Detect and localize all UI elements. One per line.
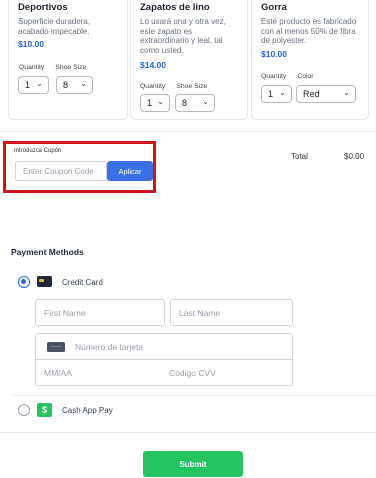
chevron-down-icon: ⌄ (343, 88, 350, 97)
product-description: Este producto es fabricado con al menos … (261, 17, 357, 45)
submit-button[interactable]: Submit (143, 451, 243, 477)
card-number-placeholder: Número de tarjeta (75, 341, 144, 352)
cash-app-radio[interactable] (18, 404, 30, 416)
quantity-label: Quantity (140, 83, 166, 90)
payment-methods-title: Payment Methods (11, 247, 84, 257)
product-price: $10.00 (261, 48, 287, 59)
expiry-field[interactable]: MM/AA (35, 359, 164, 386)
color-label: Color (297, 73, 314, 80)
card-number-field[interactable]: Número de tarjeta (35, 333, 293, 360)
card-number-icon (47, 341, 65, 352)
quantity-select[interactable]: 1 ⌄ (140, 94, 170, 112)
credit-card-label: Credit Card (62, 278, 103, 287)
chevron-down-icon: ⌄ (36, 79, 43, 88)
product-description: Superficie duradera, acabado impecable. (18, 17, 91, 36)
shoe-size-label: Shoe Size (55, 64, 87, 71)
shoe-size-select[interactable]: 8 ⌄ (56, 76, 93, 94)
product-price: $14.00 (140, 60, 166, 70)
quantity-select[interactable]: 1 ⌄ (261, 85, 292, 103)
cash-app-icon: $ (37, 403, 52, 417)
chevron-down-icon: ⌄ (157, 97, 164, 106)
credit-card-icon (37, 276, 52, 287)
product-title: Zapatos de lino (140, 2, 210, 13)
shoe-size-label: Shoe Size (176, 83, 208, 90)
cvv-field[interactable]: Código CVV (163, 359, 293, 386)
option-labels: Quantity Shoe Size (140, 83, 207, 90)
last-name-field[interactable]: Last Name (170, 299, 293, 326)
coupon-input[interactable]: Enter Coupon Code (15, 161, 107, 181)
total-value: $0.00 (344, 152, 365, 161)
divider (11, 395, 376, 396)
coupon-label: Introduzca Cupón (14, 148, 62, 154)
product-price: $10.00 (18, 39, 44, 49)
product-title: Deportivos (18, 2, 68, 13)
color-select[interactable]: Red ⌄ (296, 85, 356, 103)
credit-card-radio[interactable] (18, 276, 30, 288)
divider (0, 432, 376, 433)
product-title: Gorra (261, 2, 287, 13)
option-labels: Quantity Shoe Size (19, 64, 86, 71)
chevron-down-icon: ⌄ (202, 97, 209, 106)
apply-coupon-button[interactable]: Aplicar (107, 161, 153, 181)
divider (0, 131, 376, 132)
product-description: Lo usará una y otra vez, este zapato es … (140, 17, 226, 55)
quantity-select[interactable]: 1 ⌄ (18, 76, 49, 94)
first-name-field[interactable]: First Name (35, 299, 165, 326)
coupon-section: Introduzca Cupón Enter Coupon Code Aplic… (3, 141, 156, 193)
cash-app-label: Cash App Pay (62, 406, 113, 415)
total-label: Total (291, 152, 308, 161)
option-labels: Quantity Color (261, 73, 314, 80)
shoe-size-select[interactable]: 8 ⌄ (175, 94, 215, 112)
chevron-down-icon: ⌄ (80, 79, 87, 88)
product-card-deportivos: Deportivos Superficie duradera, acabado … (8, 0, 128, 120)
quantity-label: Quantity (19, 64, 45, 71)
quantity-label: Quantity (261, 73, 287, 80)
chevron-down-icon: ⌄ (279, 88, 286, 97)
